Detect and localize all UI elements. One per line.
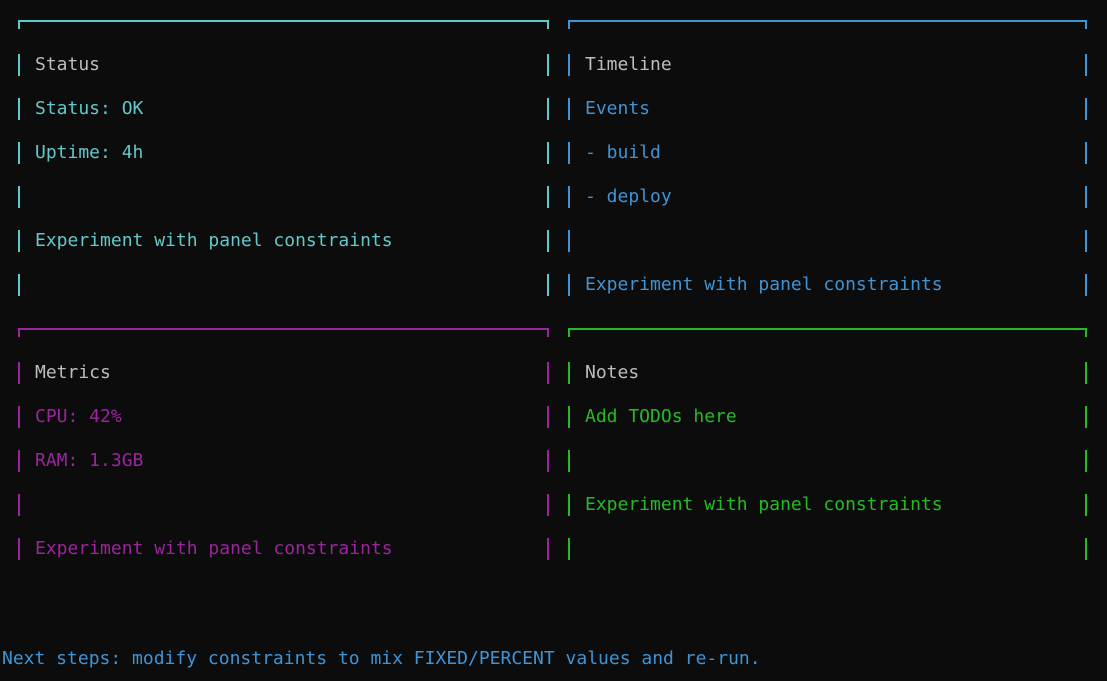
panel-hint: Experiment with panel constraints bbox=[585, 494, 943, 515]
panel-hint: Experiment with panel constraints bbox=[585, 274, 943, 295]
panel-line: CPU: 42% bbox=[18, 406, 549, 428]
panel-line bbox=[568, 450, 1087, 472]
border-right bbox=[547, 54, 549, 76]
panel-line: Experiment with panel constraints bbox=[568, 494, 1087, 516]
event-item: - deploy bbox=[585, 186, 672, 207]
panel-line bbox=[18, 186, 549, 208]
panel-line: Uptime: 4h bbox=[18, 142, 549, 164]
border-left bbox=[18, 406, 20, 428]
border-right bbox=[1085, 450, 1087, 472]
panel-title-row: Status bbox=[18, 54, 549, 76]
panel-top-border bbox=[568, 20, 1087, 29]
border-left bbox=[18, 230, 20, 252]
border-left bbox=[18, 142, 20, 164]
border-right bbox=[547, 98, 549, 120]
panel-top-border bbox=[568, 328, 1087, 337]
panel-line: - build bbox=[568, 142, 1087, 164]
border-left bbox=[568, 538, 570, 560]
border-right bbox=[1085, 274, 1087, 296]
panel-title: Notes bbox=[585, 362, 640, 383]
border-right bbox=[1085, 230, 1087, 252]
panel-line bbox=[18, 274, 549, 296]
border-right bbox=[547, 230, 549, 252]
event-item: - build bbox=[585, 142, 661, 163]
status-value: Status: OK bbox=[35, 98, 144, 119]
border-right bbox=[1085, 406, 1087, 428]
panel-line: Experiment with panel constraints bbox=[18, 230, 549, 252]
panel-title: Metrics bbox=[35, 362, 111, 383]
border-left bbox=[18, 538, 20, 560]
border-left bbox=[18, 54, 20, 76]
border-left bbox=[18, 362, 20, 384]
border-left bbox=[18, 274, 20, 296]
border-left bbox=[568, 98, 570, 120]
border-right bbox=[1085, 54, 1087, 76]
panel-line: Events bbox=[568, 98, 1087, 120]
cpu-metric: CPU: 42% bbox=[35, 406, 122, 427]
border-left bbox=[18, 98, 20, 120]
panel-title-row: Notes bbox=[568, 362, 1087, 384]
metrics-panel: Metrics CPU: 42% RAM: 1.3GB Experiment w… bbox=[18, 328, 549, 562]
panel-title: Timeline bbox=[585, 54, 672, 75]
border-right bbox=[1085, 98, 1087, 120]
border-right bbox=[547, 362, 549, 384]
panel-title: Status bbox=[35, 54, 101, 75]
border-right bbox=[547, 450, 549, 472]
panel-top-border bbox=[18, 20, 549, 29]
panel-line bbox=[568, 230, 1087, 252]
border-right bbox=[1085, 362, 1087, 384]
border-right bbox=[547, 142, 549, 164]
note-item: Add TODOs here bbox=[585, 406, 737, 427]
border-right bbox=[547, 186, 549, 208]
notes-panel: Notes Add TODOs here Experiment with pan… bbox=[568, 328, 1087, 562]
border-left bbox=[568, 142, 570, 164]
border-right bbox=[1085, 142, 1087, 164]
border-left bbox=[18, 450, 20, 472]
status-panel: Status Status: OK Uptime: 4h Experiment … bbox=[18, 20, 549, 298]
ram-metric: RAM: 1.3GB bbox=[35, 450, 144, 471]
panel-line: Experiment with panel constraints bbox=[18, 538, 549, 560]
border-left bbox=[568, 186, 570, 208]
border-left bbox=[568, 230, 570, 252]
panel-line bbox=[18, 494, 549, 516]
border-right bbox=[1085, 186, 1087, 208]
timeline-panel: Timeline Events - build - deploy Experim… bbox=[568, 20, 1087, 298]
border-right bbox=[1085, 538, 1087, 560]
border-right bbox=[547, 406, 549, 428]
panel-line bbox=[568, 538, 1087, 560]
panel-title-row: Timeline bbox=[568, 54, 1087, 76]
border-left bbox=[568, 494, 570, 516]
panel-line: Status: OK bbox=[18, 98, 549, 120]
panel-line: Add TODOs here bbox=[568, 406, 1087, 428]
panel-line: RAM: 1.3GB bbox=[18, 450, 549, 472]
border-right bbox=[547, 538, 549, 560]
border-left bbox=[18, 186, 20, 208]
panel-title-row: Metrics bbox=[18, 362, 549, 384]
border-right bbox=[1085, 494, 1087, 516]
border-left bbox=[568, 274, 570, 296]
border-left bbox=[568, 406, 570, 428]
panel-top-border bbox=[18, 328, 549, 337]
border-right bbox=[547, 274, 549, 296]
border-right bbox=[547, 494, 549, 516]
border-left bbox=[568, 450, 570, 472]
border-left bbox=[568, 362, 570, 384]
events-heading: Events bbox=[585, 98, 651, 119]
border-left bbox=[568, 54, 570, 76]
panel-line: - deploy bbox=[568, 186, 1087, 208]
uptime-value: Uptime: 4h bbox=[35, 142, 144, 163]
footer-hint: Next steps: modify constraints to mix FI… bbox=[2, 648, 761, 669]
panel-line: Experiment with panel constraints bbox=[568, 274, 1087, 296]
panel-hint: Experiment with panel constraints bbox=[35, 230, 393, 251]
border-left bbox=[18, 494, 20, 516]
panel-hint: Experiment with panel constraints bbox=[35, 538, 393, 559]
